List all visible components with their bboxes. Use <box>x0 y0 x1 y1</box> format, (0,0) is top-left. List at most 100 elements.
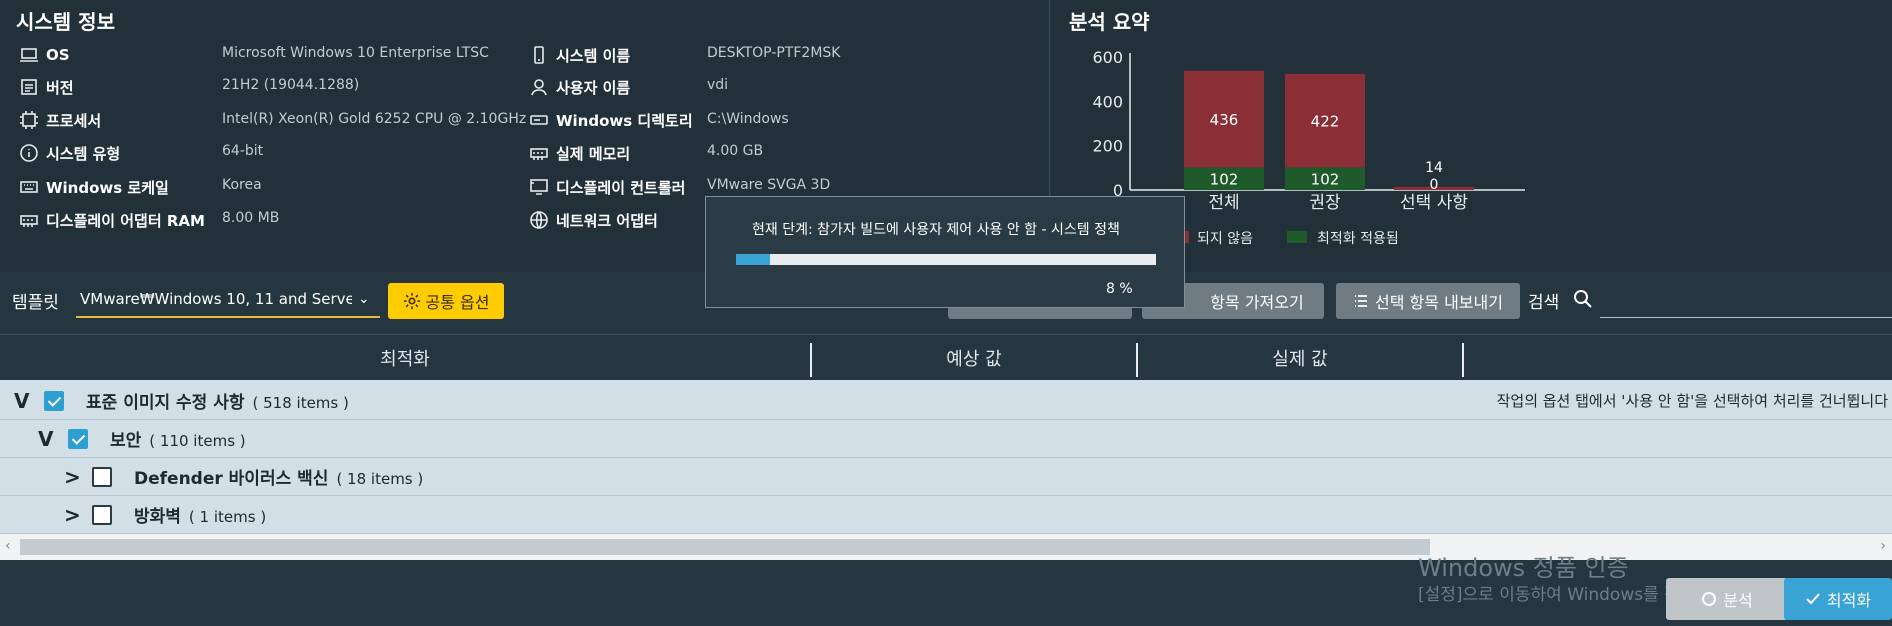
info-row-physical-memory: 실제 메모리 <box>528 140 630 166</box>
group-name-text: 방화벽 <box>134 507 181 527</box>
y-tick-label: 600 <box>1092 48 1123 67</box>
info-icon <box>18 142 40 164</box>
optimize-label: 최적화 <box>1826 591 1872 610</box>
memory-icon <box>18 209 40 231</box>
row-checkbox[interactable] <box>92 504 112 525</box>
info-row-system-name: 시스템 이름 <box>528 42 630 68</box>
activation-watermark-title: Windows 정품 인증 <box>1418 554 1629 582</box>
scroll-right-icon[interactable]: › <box>1880 538 1886 554</box>
info-label: 디스플레이 컨트롤러 <box>556 178 686 197</box>
search-input[interactable] <box>1600 282 1892 318</box>
group-name-text: 보안 <box>110 431 142 451</box>
search-label: 검색 <box>1528 293 1560 313</box>
table-row[interactable]: V 보안 ( 110 items ) <box>0 420 1892 458</box>
info-label: 시스템 유형 <box>46 144 121 163</box>
info-value-locale: Korea <box>222 177 262 193</box>
info-row-system-type: 시스템 유형 <box>18 140 120 166</box>
info-label: 사용자 이름 <box>556 78 631 97</box>
check-icon <box>1806 593 1820 605</box>
template-label: 템플릿 <box>12 293 59 313</box>
table-row[interactable]: > Defender 바이러스 백신 ( 18 items ) <box>0 458 1892 496</box>
data-label-not-applied: 14 <box>1425 160 1443 176</box>
user-icon <box>528 76 550 98</box>
info-row-locale: Windows 로케일 <box>18 174 169 200</box>
legend-label-not-applied: 되지 않음 <box>1197 231 1253 247</box>
common-options-button[interactable]: 공통 옵션 <box>388 283 504 319</box>
progress-percent: 8 % <box>1106 281 1133 297</box>
search-icon[interactable] <box>1572 288 1596 312</box>
column-header-actual-value[interactable]: 실제 값 <box>1138 335 1462 381</box>
grid-body: V 표준 이미지 수정 사항 ( 518 items ) 작업의 옵션 탭에서 '… <box>0 380 1892 534</box>
group-count: ( 18 items ) <box>336 470 424 488</box>
export-selected-button[interactable]: 선택 항목 내보내기 <box>1336 283 1520 319</box>
analyze-label: 분석 <box>1723 591 1753 610</box>
expander-toggle[interactable]: > <box>64 503 81 527</box>
info-label: 네트워크 어댑터 <box>556 211 658 230</box>
x-tick-label: 권장 <box>1309 193 1341 213</box>
info-label: OS <box>46 46 70 64</box>
group-name-text: Defender 바이러스 백신 <box>134 469 329 489</box>
chevron-down-icon: ⌄ <box>358 291 370 307</box>
expander-toggle[interactable]: V <box>38 427 53 451</box>
info-row-user-name: 사용자 이름 <box>528 74 630 100</box>
info-row-network-adapter: 네트워크 어댑터 <box>528 207 658 233</box>
group-note: 작업의 옵션 탭에서 '사용 안 함'을 선택하여 처리를 건너뜁니다 <box>1496 392 1888 410</box>
info-value-windows-directory: C:\Windows <box>707 111 789 127</box>
data-label-applied: 0 <box>1430 177 1439 193</box>
info-value-user-name: vdi <box>707 77 729 93</box>
info-row-display-controller: 디스플레이 컨트롤러 <box>528 174 685 200</box>
info-value-system-name: DESKTOP-PTF2MSK <box>707 45 841 61</box>
list-icon <box>1355 295 1368 307</box>
info-label: 프로세서 <box>46 111 102 130</box>
progress-dialog: 현재 단계: 참가자 빌드에 사용자 제어 사용 안 함 - 시스템 정책 8 … <box>705 196 1185 308</box>
display-icon <box>528 176 550 198</box>
info-label: 디스플레이 어댑터 RAM <box>46 211 205 230</box>
progress-track <box>736 254 1156 265</box>
scrollbar-thumb[interactable] <box>20 539 1430 555</box>
scroll-left-icon[interactable]: ‹ <box>5 538 11 554</box>
info-row-windows-directory: Windows 디렉토리 <box>528 107 693 133</box>
analyze-icon <box>1702 592 1717 606</box>
grid-header: 최적화 예상 값 실제 값 <box>0 334 1892 380</box>
data-label-not-applied: 436 <box>1210 111 1239 129</box>
group-count: ( 110 items ) <box>149 432 246 450</box>
optimize-button[interactable]: 최적화 <box>1784 578 1892 620</box>
group-count: ( 1 items ) <box>188 508 267 526</box>
info-row-processor: 프로세서 <box>18 107 101 133</box>
group-name: 보안 ( 110 items ) <box>110 426 246 451</box>
group-name: 방화벽 ( 1 items ) <box>134 502 266 527</box>
column-header-optimization[interactable]: 최적화 <box>0 335 810 381</box>
info-label: Windows 로케일 <box>46 178 169 197</box>
y-tick-label: 400 <box>1092 92 1123 111</box>
progress-stage-text: 현재 단계: 참가자 빌드에 사용자 제어 사용 안 함 - 시스템 정책 <box>752 222 1120 238</box>
export-selected-label: 선택 항목 내보내기 <box>1375 293 1503 312</box>
row-checkbox[interactable] <box>68 428 88 449</box>
row-checkbox[interactable] <box>44 390 64 411</box>
y-tick-label: 200 <box>1092 137 1123 156</box>
info-value-display-controller: VMware SVGA 3D <box>707 177 831 193</box>
expander-toggle[interactable]: V <box>14 389 29 413</box>
info-label: 버전 <box>46 78 74 97</box>
group-count: ( 518 items ) <box>252 394 349 412</box>
table-row[interactable]: > 방화벽 ( 1 items ) <box>0 496 1892 534</box>
column-header-expected-value[interactable]: 예상 값 <box>812 335 1136 381</box>
data-label-applied: 102 <box>1210 171 1239 189</box>
row-checkbox[interactable] <box>92 466 112 487</box>
x-tick-label: 전체 <box>1208 193 1239 213</box>
info-value-display-ram: 8.00 MB <box>222 210 280 226</box>
analyze-button[interactable]: 분석 <box>1666 578 1788 620</box>
template-select[interactable]: VMware₩Windows 10, 11 and Server 20 ⌄ <box>76 282 380 318</box>
table-row[interactable]: V 표준 이미지 수정 사항 ( 518 items ) 작업의 옵션 탭에서 '… <box>0 382 1892 420</box>
progress-fill <box>736 254 770 265</box>
gear-icon <box>403 292 420 310</box>
x-tick-label: 선택 사항 <box>1400 193 1468 213</box>
keyboard-icon <box>18 176 40 198</box>
expander-toggle[interactable]: > <box>64 465 81 489</box>
group-name: 표준 이미지 수정 사항 ( 518 items ) <box>86 388 349 413</box>
group-name-text: 표준 이미지 수정 사항 <box>86 393 245 413</box>
document-icon <box>18 76 40 98</box>
template-select-value: VMware₩Windows 10, 11 and Server 20 <box>80 290 352 308</box>
data-label-applied: 102 <box>1311 171 1340 189</box>
globe-icon <box>528 209 550 231</box>
common-options-label: 공통 옵션 <box>425 293 490 312</box>
